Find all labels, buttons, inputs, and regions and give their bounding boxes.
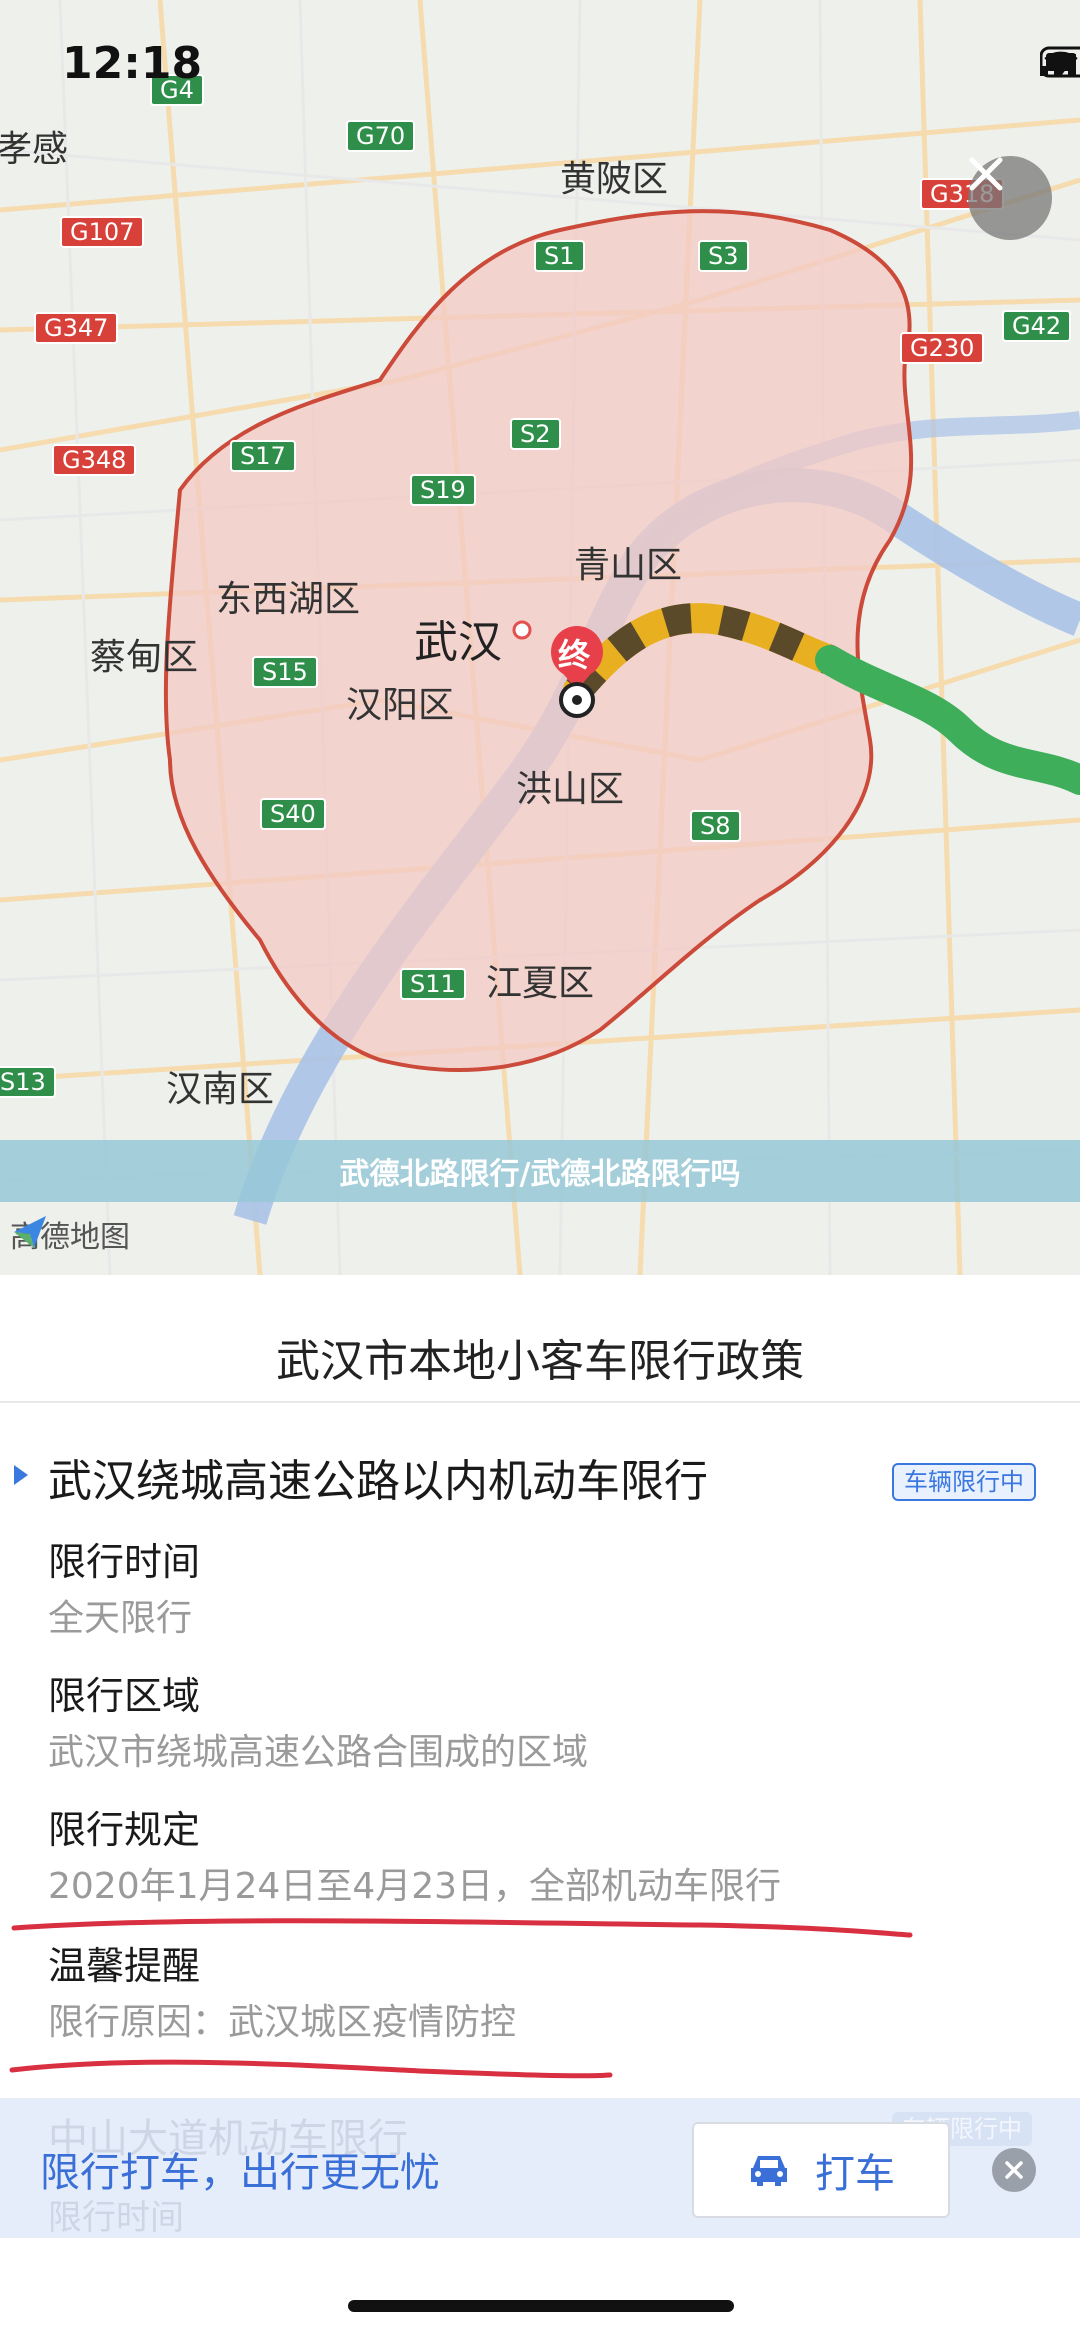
highway-shield: S1 — [534, 240, 585, 272]
status-bar: 12:18 — [0, 0, 1080, 130]
car-icon — [751, 2156, 787, 2186]
field-value: 全天限行 — [48, 1598, 193, 1639]
district-label: 江夏区 — [486, 963, 595, 1004]
cta-text: 限行打车，出行更无忧 — [40, 2150, 440, 2196]
highway-shield: S15 — [252, 656, 318, 688]
highway-shield: S2 — [510, 418, 561, 450]
field-label: 限行区域 — [48, 1674, 201, 1718]
home-indicator[interactable] — [348, 2300, 734, 2312]
highway-shield: G42 — [1002, 310, 1072, 342]
overlay-banner: 武德北路限行/武德北路限行吗 — [0, 1140, 1080, 1202]
expand-arrow-icon — [14, 1465, 28, 1485]
district-label: 汉阳区 — [346, 685, 455, 726]
taxi-cta-bar: 中山大道机动车限行 车辆限行中 限行时间 限行打车，出行更无忧 打车 — [0, 2098, 1080, 2238]
taxi-button-label: 打车 — [815, 2151, 895, 2197]
highway-shield: G230 — [900, 332, 985, 364]
map-close-button[interactable] — [968, 156, 1052, 240]
cta-close-button[interactable] — [992, 2148, 1036, 2192]
district-label: 青山区 — [574, 545, 683, 586]
map-view[interactable]: 黄陂区 青山区 东西湖区 蔡甸区 汉阳区 洪山区 江夏区 汉南区 孝感 武汉 终… — [0, 0, 1080, 1275]
close-icon — [1005, 2161, 1023, 2179]
amap-logo-icon — [14, 1216, 46, 1248]
highway-shield: S17 — [230, 440, 296, 472]
taxi-button[interactable]: 打车 — [692, 2122, 950, 2218]
highway-shield: G347 — [34, 312, 119, 344]
divider — [0, 1401, 1080, 1403]
highway-shield: G348 — [52, 444, 137, 476]
battery-icon — [1040, 46, 1080, 78]
highway-shield: S8 — [690, 810, 741, 842]
field-label: 限行时间 — [48, 1540, 201, 1584]
district-label: 汉南区 — [166, 1069, 275, 1110]
close-icon — [969, 157, 1003, 191]
highway-shield: S11 — [400, 968, 466, 1000]
highway-shield: G107 — [60, 216, 145, 248]
highway-shield: S3 — [698, 240, 749, 272]
highway-shield: S19 — [410, 474, 476, 506]
status-time: 12:18 — [62, 38, 203, 89]
district-label: 东西湖区 — [216, 579, 361, 620]
highway-shield: S13 — [0, 1066, 56, 1098]
city-label: 武汉 — [414, 617, 502, 668]
destination-marker-label: 终 — [558, 636, 591, 674]
field-value: 限行原因：武汉城区疫情防控 — [48, 2002, 517, 2043]
field-value: 武汉市绕城高速公路合围成的区域 — [48, 1732, 589, 1773]
district-label: 黄陂区 — [560, 159, 669, 200]
field-label: 限行规定 — [48, 1808, 201, 1852]
rule-header[interactable]: 武汉绕城高速公路以内机动车限行 车辆限行中 — [0, 1445, 1080, 1509]
amap-brand: 高德地图 — [10, 1212, 130, 1256]
district-label: 洪山区 — [516, 769, 625, 810]
district-label: 蔡甸区 — [90, 637, 199, 678]
status-badge: 车辆限行中 — [892, 1463, 1036, 1501]
sheet-title: 武汉市本地小客车限行政策 — [276, 1336, 804, 1387]
highway-shield: S40 — [260, 798, 326, 830]
rule-title: 武汉绕城高速公路以内机动车限行 — [48, 1456, 708, 1507]
field-label: 温馨提醒 — [48, 1944, 201, 1988]
field-value: 2020年1月24日至4月23日，全部机动车限行 — [48, 1866, 782, 1907]
